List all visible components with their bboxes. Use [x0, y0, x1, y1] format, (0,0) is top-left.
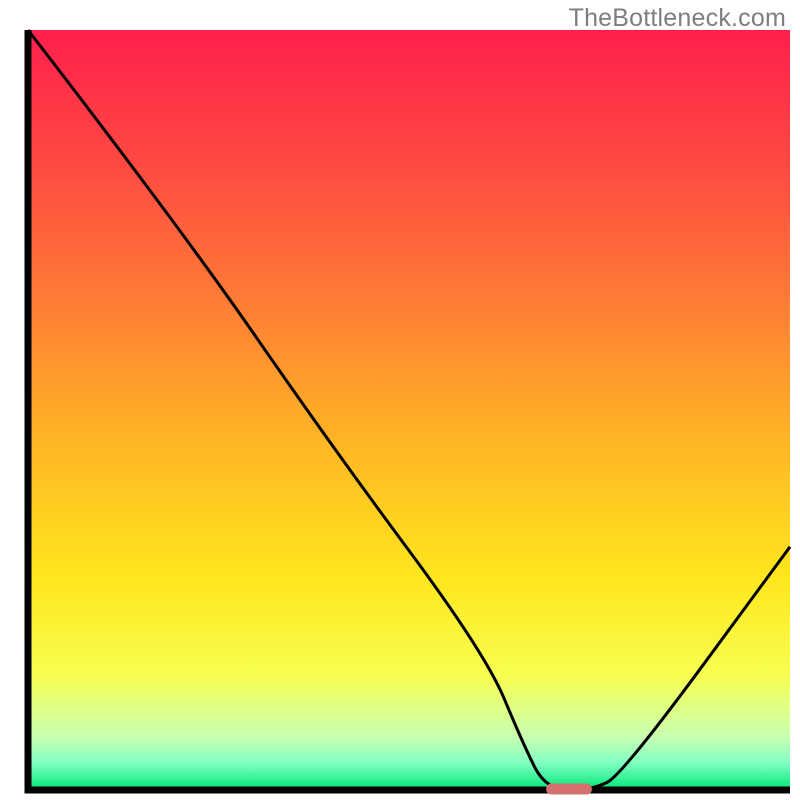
bottleneck-chart	[0, 0, 800, 800]
plot-background	[28, 30, 790, 790]
bottleneck-marker	[546, 783, 592, 794]
watermark-text: TheBottleneck.com	[569, 4, 786, 33]
